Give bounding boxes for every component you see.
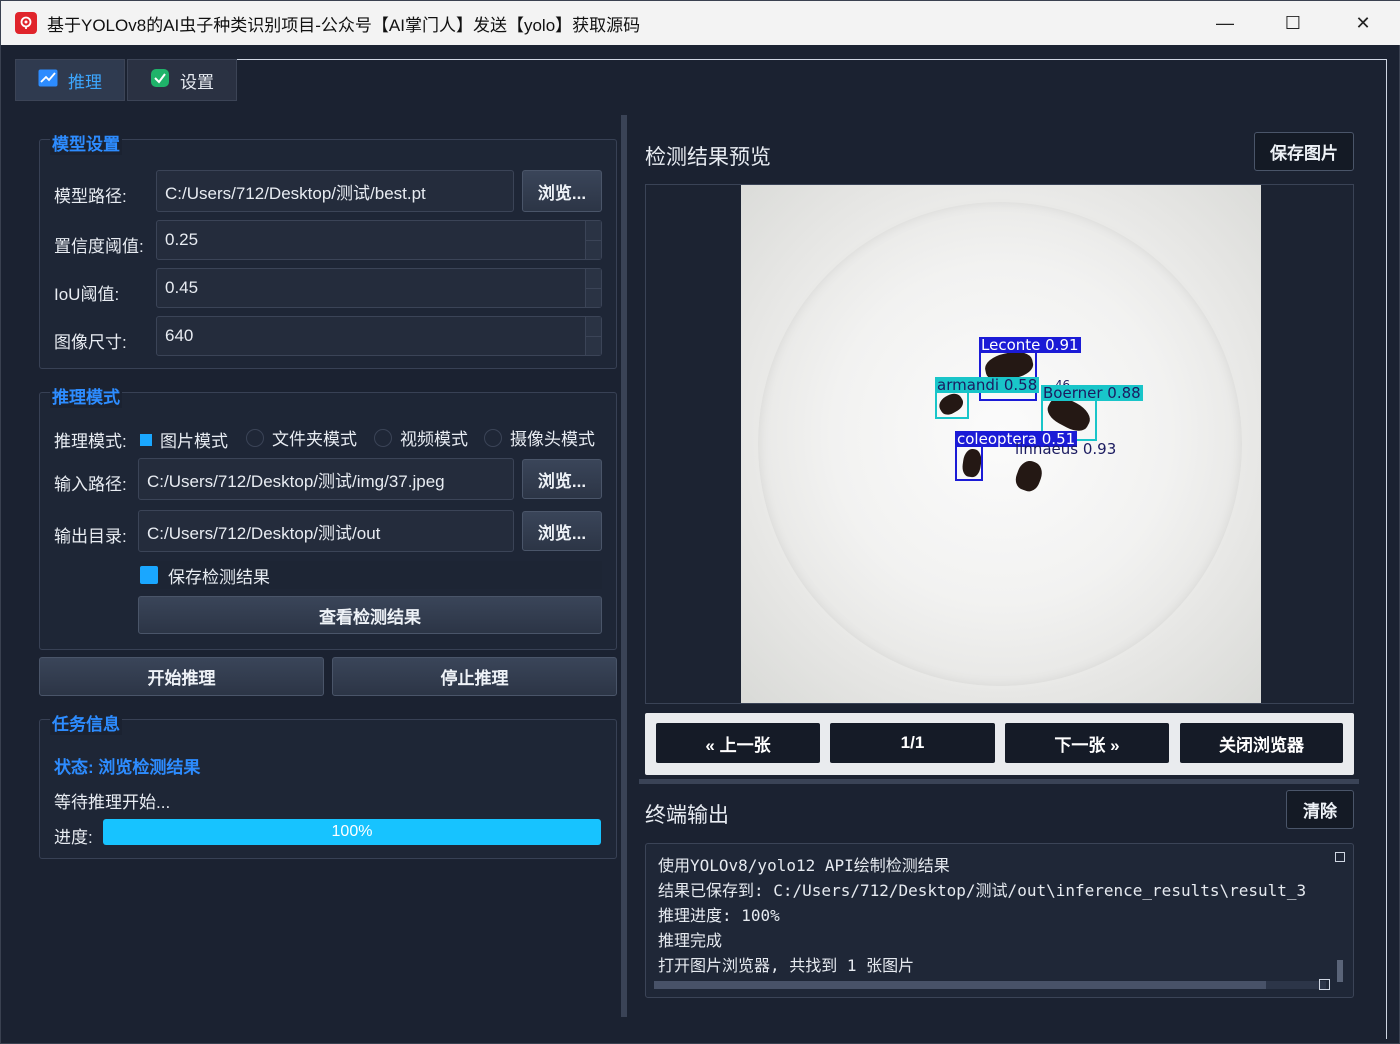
output-dir-field[interactable]: C:/Users/712/Desktop/测试/out — [138, 510, 514, 552]
title-bar: 基于YOLOv8的AI虫子种类识别项目-公众号【AI掌门人】发送【yolo】获取… — [1, 1, 1400, 45]
tab-inference[interactable]: 推理 — [15, 59, 125, 101]
close-browser-button[interactable]: 关闭浏览器 — [1180, 723, 1343, 763]
progress-text: 100% — [331, 823, 373, 840]
stop-inference-button[interactable]: 停止推理 — [332, 657, 617, 696]
radio-folder-mode-label: 文件夹模式 — [272, 430, 357, 449]
clear-terminal-button[interactable]: 清除 — [1286, 790, 1354, 829]
progress-label: 进度: — [54, 828, 93, 847]
bbox-label-linnaeus: linnaeus 0.93 — [1015, 440, 1117, 458]
scroll-up-arrow[interactable] — [1335, 852, 1345, 862]
image-browser-nav: « 上一张 1/1 下一张 » 关闭浏览器 — [645, 713, 1354, 775]
radio-image-mode[interactable]: 图片模式 — [140, 427, 228, 452]
preview-panel: Leconte 0.91 armandi 0.58 .46 Boerner 0.… — [645, 184, 1354, 704]
app-window: 基于YOLOv8的AI虫子种类识别项目-公众号【AI掌门人】发送【yolo】获取… — [0, 0, 1400, 1044]
input-path-label: 输入路径: — [54, 475, 127, 494]
model-settings-title: 模型设置 — [50, 130, 122, 155]
window-title: 基于YOLOv8的AI虫子种类识别项目-公众号【AI掌门人】发送【yolo】获取… — [47, 15, 641, 35]
confidence-spin-arrows[interactable] — [585, 221, 601, 259]
radio-indicator — [374, 428, 392, 447]
output-dir-value: C:/Users/712/Desktop/测试/out — [147, 523, 381, 543]
vertical-splitter[interactable] — [639, 779, 1359, 784]
status-text: 状态: 浏览检测结果 — [54, 758, 201, 777]
model-path-label: 模型路径: — [54, 187, 127, 206]
tab-pane-border-right — [1386, 59, 1387, 1039]
input-path-field[interactable]: C:/Users/712/Desktop/测试/img/37.jpeg — [138, 458, 514, 500]
bbox-label-armandi: armandi 0.58 — [935, 376, 1040, 394]
terminal-line: 打开图片浏览器, 共找到 1 张图片 — [658, 956, 915, 975]
scroll-right-arrow[interactable] — [1319, 979, 1330, 990]
progress-bar: 100% — [103, 819, 601, 845]
terminal-output[interactable]: 使用YOLOv8/yolo12 API绘制检测结果 结果已保存到: C:/Use… — [645, 843, 1354, 998]
output-browse-button[interactable]: 浏览... — [522, 511, 602, 551]
tab-settings-label: 设置 — [180, 72, 214, 92]
input-browse-button[interactable]: 浏览... — [522, 459, 602, 499]
save-results-checkbox[interactable]: 保存检测结果 — [140, 561, 602, 589]
close-window-button[interactable]: ✕ — [1329, 1, 1397, 45]
save-results-label: 保存检测结果 — [168, 567, 270, 587]
inference-mode-title: 推理模式 — [50, 383, 122, 408]
confidence-value: 0.25 — [165, 230, 199, 249]
confidence-spinbox[interactable]: 0.25 — [156, 220, 602, 260]
maximize-button[interactable]: ☐ — [1259, 1, 1327, 45]
mode-label: 推理模式: — [54, 432, 127, 451]
iou-label: IoU阈值: — [54, 285, 120, 304]
image-counter: 1/1 — [830, 723, 995, 763]
iou-spinbox[interactable]: 0.45 — [156, 268, 602, 308]
checkbox-indicator-checked — [140, 566, 158, 584]
model-settings-group: 模型设置 模型路径: C:/Users/712/Desktop/测试/best.… — [39, 130, 617, 369]
task-message: 等待推理开始... — [54, 793, 171, 812]
radio-camera-mode[interactable]: 摄像头模式 — [484, 425, 595, 450]
model-path-field[interactable]: C:/Users/712/Desktop/测试/best.pt — [156, 170, 514, 212]
iou-spin-arrows[interactable] — [585, 269, 601, 307]
check-shield-icon — [150, 68, 170, 93]
preview-title: 检测结果预览 — [645, 146, 771, 169]
tab-pane-border — [237, 59, 1387, 60]
terminal-vertical-scrollbar[interactable] — [1335, 852, 1345, 982]
radio-video-mode-label: 视频模式 — [400, 430, 468, 449]
model-browse-button[interactable]: 浏览... — [522, 170, 602, 212]
radio-indicator — [246, 428, 264, 447]
terminal-horizontal-scrollbar[interactable] — [654, 979, 1330, 990]
view-results-button[interactable]: 查看检测结果 — [138, 596, 602, 634]
task-info-title: 任务信息 — [50, 710, 122, 735]
tab-settings[interactable]: 设置 — [127, 59, 237, 101]
image-size-spin-arrows[interactable] — [585, 317, 601, 355]
radio-video-mode[interactable]: 视频模式 — [374, 425, 468, 450]
image-size-spinbox[interactable]: 640 — [156, 316, 602, 356]
inference-mode-group: 推理模式 推理模式: 图片模式 文件夹模式 视频模式 摄像头模式 输入路径: C… — [39, 383, 617, 650]
app-logo-icon — [15, 12, 37, 34]
terminal-line: 推理完成 — [658, 931, 723, 950]
iou-value: 0.45 — [165, 278, 199, 297]
confidence-label: 置信度阈值: — [54, 237, 144, 256]
radio-indicator-checked — [140, 433, 152, 446]
output-dir-label: 输出目录: — [54, 527, 127, 546]
radio-indicator — [484, 428, 502, 447]
radio-camera-mode-label: 摄像头模式 — [510, 430, 595, 449]
detection-image: Leconte 0.91 armandi 0.58 .46 Boerner 0.… — [741, 185, 1261, 703]
bbox-label-leconte: Leconte 0.91 — [979, 336, 1081, 354]
image-size-value: 640 — [165, 326, 194, 345]
save-image-button[interactable]: 保存图片 — [1254, 132, 1354, 171]
panel-splitter[interactable] — [621, 115, 627, 1017]
vertical-scroll-thumb[interactable] — [1337, 960, 1343, 982]
next-image-button[interactable]: 下一张 » — [1005, 723, 1169, 763]
start-inference-button[interactable]: 开始推理 — [39, 657, 324, 696]
main-tabs: 推理 设置 — [15, 59, 237, 101]
radio-image-mode-label: 图片模式 — [160, 432, 228, 451]
horizontal-scroll-thumb[interactable] — [654, 981, 1266, 989]
radio-folder-mode[interactable]: 文件夹模式 — [246, 425, 357, 450]
terminal-line: 使用YOLOv8/yolo12 API绘制检测结果 — [658, 856, 950, 875]
chart-line-icon — [38, 69, 58, 92]
terminal-line: 推理进度: 100% — [658, 906, 780, 925]
terminal-title: 终端输出 — [645, 804, 729, 827]
tab-inference-label: 推理 — [68, 72, 102, 92]
bbox-label-boerner: Boerner 0.88 — [1041, 384, 1143, 402]
terminal-line: 结果已保存到: C:/Users/712/Desktop/测试/out\infe… — [658, 881, 1307, 900]
minimize-button[interactable]: — — [1191, 1, 1259, 45]
image-size-label: 图像尺寸: — [54, 333, 127, 352]
model-path-value: C:/Users/712/Desktop/测试/best.pt — [165, 183, 426, 203]
prev-image-button[interactable]: « 上一张 — [656, 723, 820, 763]
input-path-value: C:/Users/712/Desktop/测试/img/37.jpeg — [147, 471, 445, 491]
